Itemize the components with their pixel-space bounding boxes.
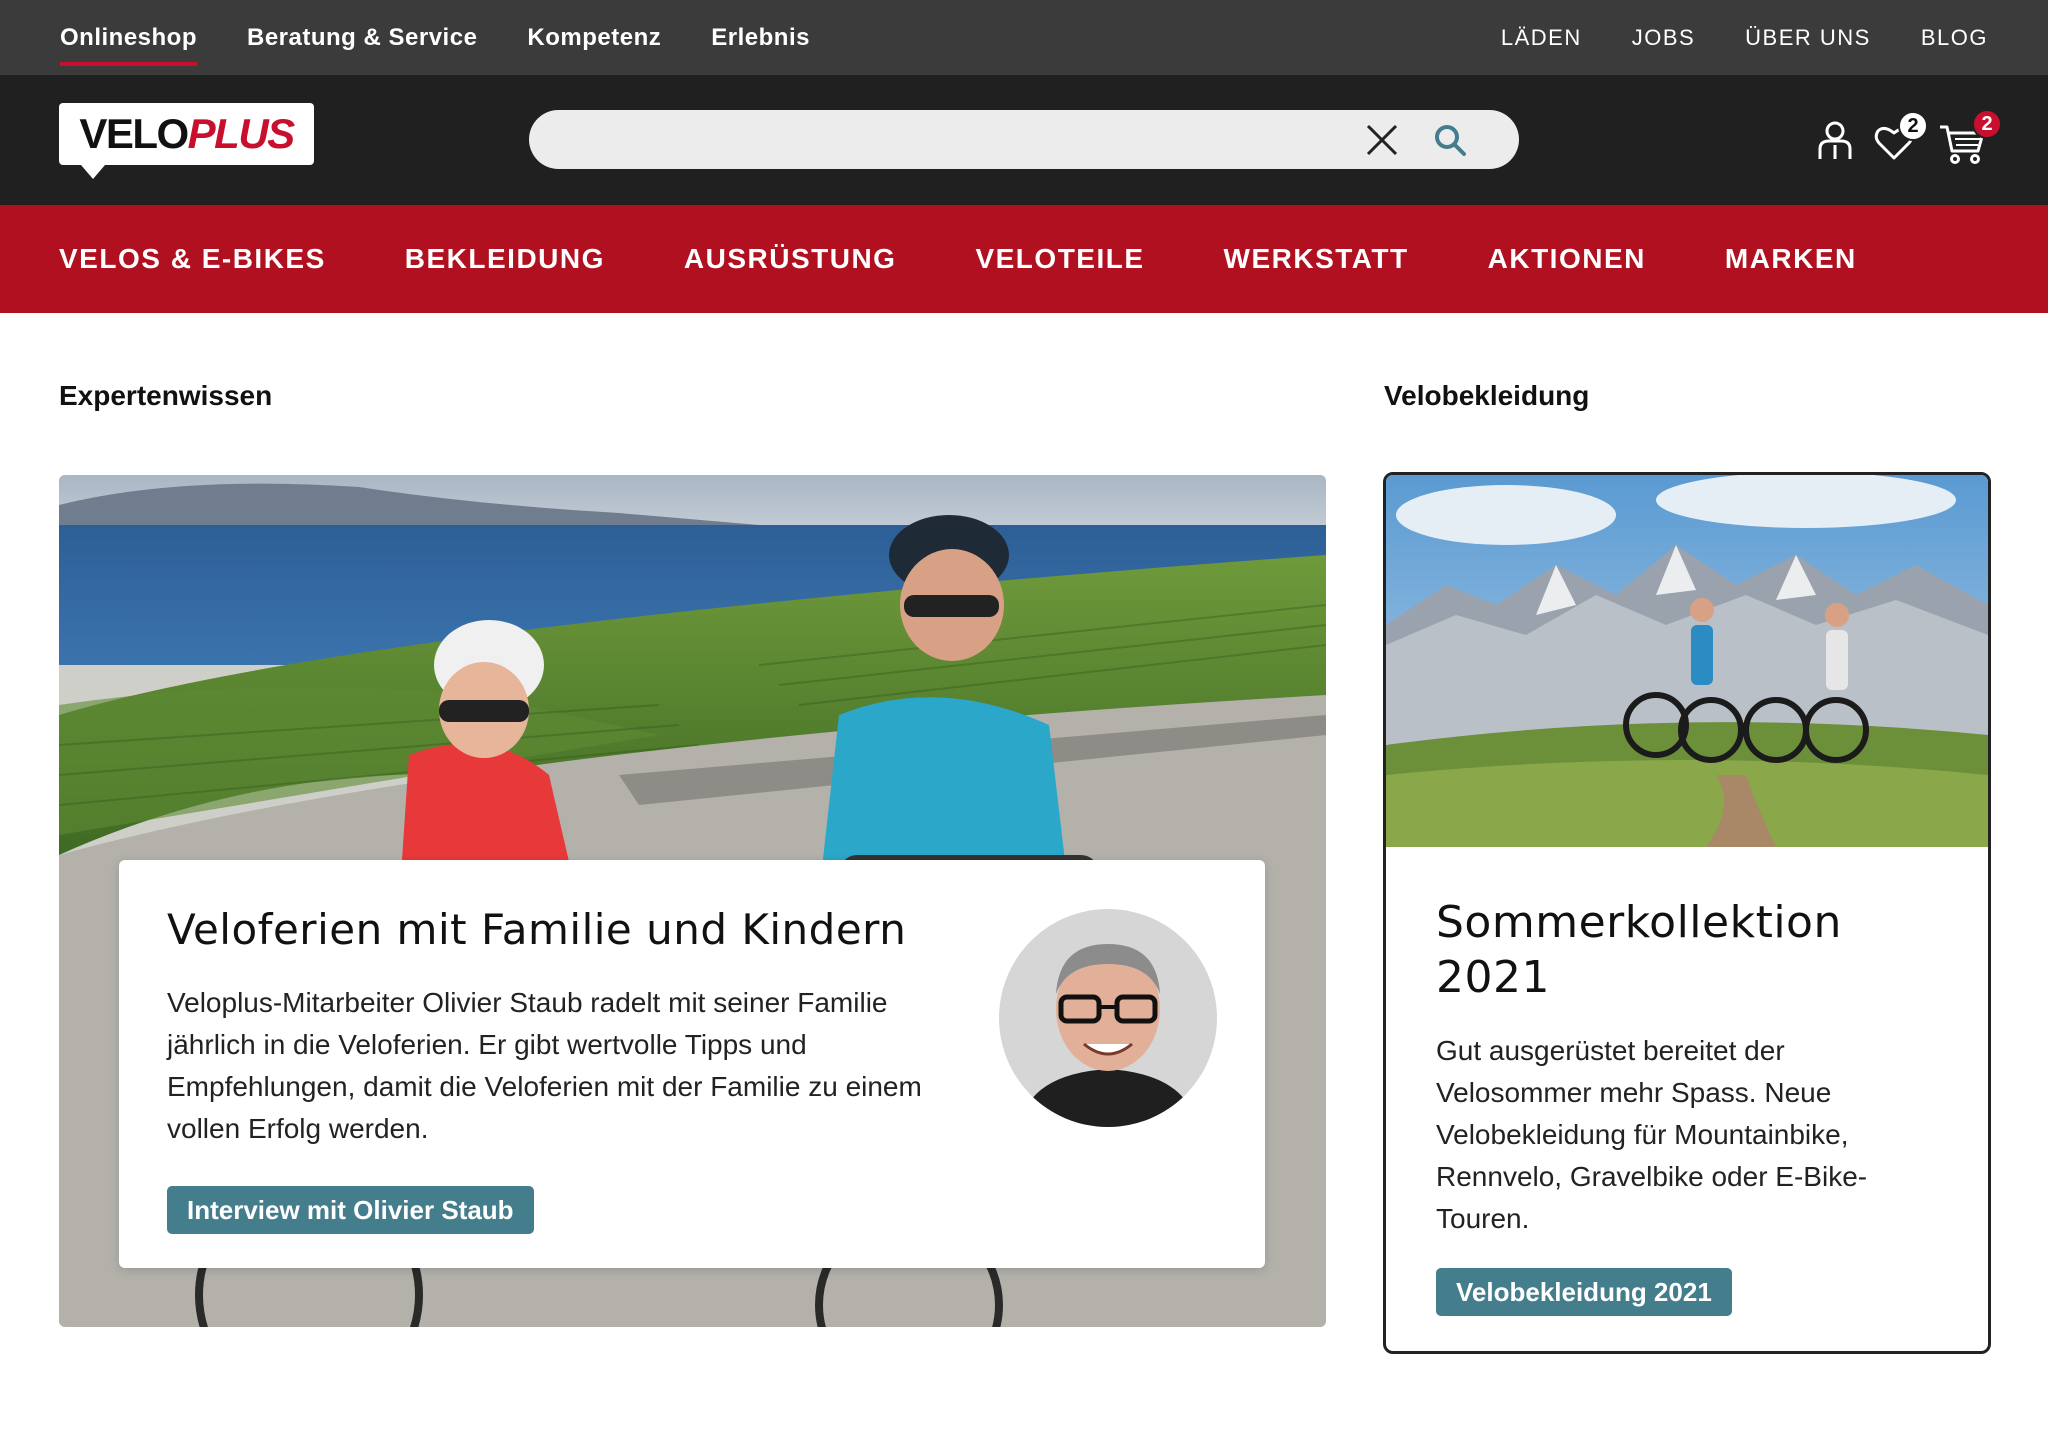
search-bar	[529, 110, 1519, 169]
cart-button[interactable]: 2	[1938, 109, 2008, 167]
olivier-staub-avatar	[999, 909, 1217, 1127]
expert-teaser-text: Veloplus-Mitarbeiter Olivier Staub radel…	[167, 987, 922, 1144]
wishlist-count-badge: 2	[1898, 111, 1928, 141]
nav-veloteile[interactable]: VELOTEILE	[975, 243, 1144, 275]
top-nav-right: LÄDEN JOBS ÜBER UNS BLOG	[1501, 0, 1988, 75]
wishlist-button[interactable]: 2	[1874, 111, 1944, 166]
section-title-expertenwissen: Expertenwissen	[59, 380, 273, 411]
cart-count-badge: 2	[1972, 109, 2002, 139]
expert-teaser-card: Veloferien mit Familie und Kindern Velop…	[119, 860, 1265, 1268]
expert-hero-teaser[interactable]: Veloferien mit Familie und Kindern Velop…	[59, 475, 1326, 1327]
nav-bekleidung[interactable]: BEKLEIDUNG	[405, 243, 605, 275]
mountain-bikers-image	[1386, 475, 1988, 847]
top-link-laeden[interactable]: LÄDEN	[1501, 25, 1582, 51]
close-icon[interactable]	[1365, 123, 1399, 157]
section-title-velobekleidung: Velobekleidung	[1384, 380, 1590, 411]
apparel-teaser-title: Sommerkollektion 2021	[1436, 897, 1842, 1003]
site-header: VELO PLUS 2 2	[0, 75, 2048, 205]
search-icon[interactable]	[1432, 122, 1468, 158]
velobekleidung-button[interactable]: Velobekleidung 2021	[1436, 1268, 1732, 1316]
nav-aktionen[interactable]: AKTIONEN	[1488, 243, 1646, 275]
top-link-blog[interactable]: BLOG	[1921, 25, 1988, 51]
interview-button[interactable]: Interview mit Olivier Staub	[167, 1186, 534, 1234]
top-link-ueber-uns[interactable]: ÜBER UNS	[1745, 25, 1871, 51]
apparel-teaser-text: Gut ausgerüstet bereitet der Velosommer …	[1436, 1035, 1868, 1234]
search-input[interactable]	[559, 110, 1359, 169]
top-link-jobs[interactable]: JOBS	[1632, 25, 1695, 51]
nav-werkstatt[interactable]: WERKSTATT	[1224, 243, 1409, 275]
nav-ausruestung[interactable]: AUSRÜSTUNG	[684, 243, 897, 275]
user-account-icon[interactable]	[1815, 119, 1855, 161]
expert-teaser-title: Veloferien mit Familie und Kindern	[167, 905, 907, 954]
logo-velo-text: VELO	[79, 110, 189, 157]
top-link-onlineshop[interactable]: Onlineshop	[60, 24, 197, 66]
nav-velos-e-bikes[interactable]: VELOS & E-BIKES	[59, 243, 326, 275]
top-utility-bar: Onlineshop Beratung & Service Kompetenz …	[0, 0, 2048, 75]
top-nav-left: Onlineshop Beratung & Service Kompetenz …	[60, 0, 810, 75]
apparel-teaser-card[interactable]: Sommerkollektion 2021 Gut ausgerüstet be…	[1383, 472, 1991, 1354]
top-link-erlebnis[interactable]: Erlebnis	[711, 24, 810, 52]
veloplus-logo[interactable]: VELO PLUS	[59, 103, 314, 179]
top-link-beratung-service[interactable]: Beratung & Service	[247, 24, 477, 52]
logo-plus-text: PLUS	[187, 110, 296, 157]
main-navigation: VELOS & E-BIKES BEKLEIDUNG AUSRÜSTUNG VE…	[0, 205, 2048, 313]
top-link-kompetenz[interactable]: Kompetenz	[527, 24, 661, 52]
nav-marken[interactable]: MARKEN	[1725, 243, 1857, 275]
